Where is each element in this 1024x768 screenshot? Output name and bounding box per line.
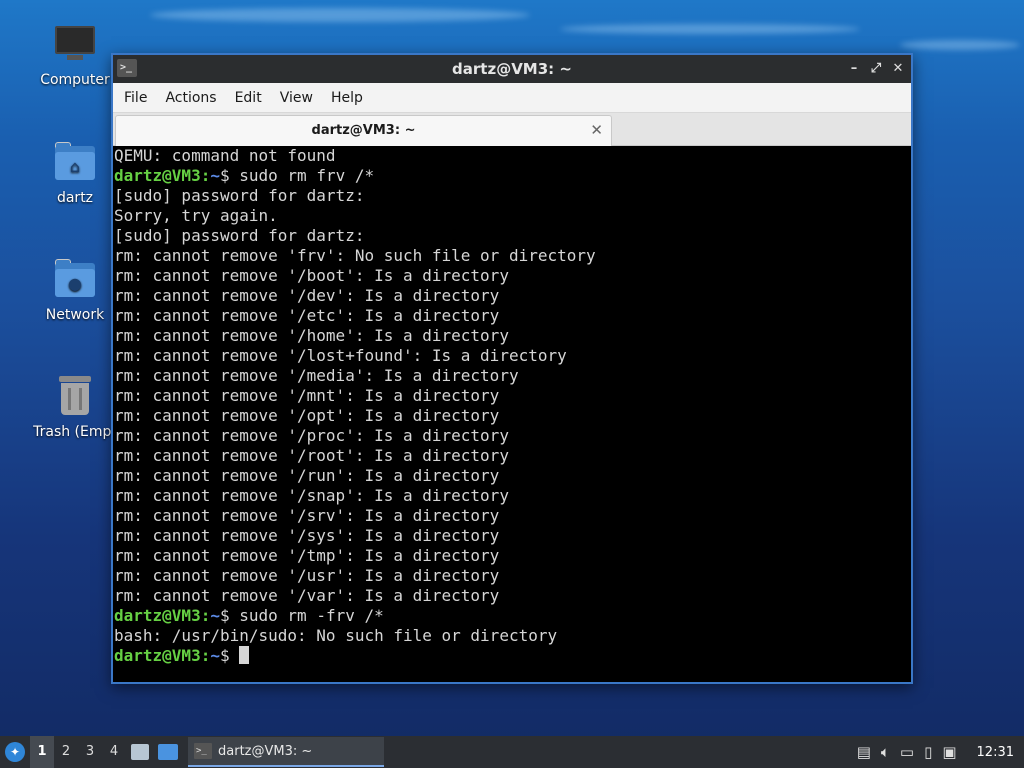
file-manager-icon	[131, 744, 149, 760]
menu-bar: File Actions Edit View Help	[113, 83, 911, 113]
tab-terminal[interactable]: dartz@VM3: ~ ✕	[115, 115, 612, 146]
file-manager-launcher[interactable]	[126, 736, 154, 768]
tab-label: dartz@VM3: ~	[311, 123, 416, 138]
desktop-icon-network[interactable]: ● Network	[27, 257, 123, 323]
command-text: $	[219, 646, 240, 665]
desktop-icon-label: Trash (Empt	[33, 424, 117, 440]
desktop-icon-trash[interactable]: Trash (Empt	[27, 374, 123, 440]
network-icon[interactable]: ▭	[900, 743, 914, 761]
terminal-output-line: rm: cannot remove '/lost+found': Is a di…	[114, 346, 567, 365]
terminal-output-line: rm: cannot remove '/boot': Is a director…	[114, 266, 509, 285]
terminal-window: >_ dartz@VM3: ~ – ⤢ ✕ File Actions Edit …	[111, 53, 913, 684]
menu-view[interactable]: View	[273, 90, 320, 106]
menu-actions[interactable]: Actions	[158, 90, 223, 106]
desktop-icon-home-folder[interactable]: ⌂ dartz	[27, 140, 123, 206]
terminal-output[interactable]: QEMU: command not found dartz@VM3:~$ sudo…	[113, 146, 911, 682]
wave-highlight	[560, 24, 860, 34]
minimize-icon[interactable]: –	[847, 59, 861, 79]
start-menu-button[interactable]: ✦	[0, 736, 30, 768]
terminal-output-line: rm: cannot remove '/var': Is a directory	[114, 586, 500, 605]
clock[interactable]: 12:31	[977, 745, 1014, 760]
prompt-path: ~	[210, 646, 220, 665]
terminal-output-line: rm: cannot remove '/etc': Is a directory	[114, 306, 500, 325]
volume-icon[interactable]: 🔈︎	[881, 743, 890, 761]
show-desktop-button[interactable]	[154, 736, 182, 768]
terminal-output-line: rm: cannot remove '/opt': Is a directory	[114, 406, 500, 425]
update-notifier-icon[interactable]: ▣	[942, 743, 956, 761]
terminal-output-line: rm: cannot remove '/root': Is a director…	[114, 446, 509, 465]
home-folder-icon: ⌂	[53, 140, 97, 184]
command-text: $ sudo rm frv /*	[219, 166, 375, 185]
terminal-output-line: rm: cannot remove '/sys': Is a directory	[114, 526, 500, 545]
taskbar: ✦ 1 2 3 4 >_ dartz@VM3: ~ ▤ 🔈︎ ▭ ▯ ▣ 12:…	[0, 736, 1024, 768]
clipboard-icon[interactable]: ▤	[857, 743, 871, 761]
wave-highlight	[150, 8, 530, 22]
prompt-path: ~	[210, 606, 220, 625]
maximize-icon[interactable]: ⤢	[869, 59, 883, 79]
terminal-output-line: rm: cannot remove 'frv': No such file or…	[114, 246, 596, 265]
terminal-output-line: [sudo] password for dartz:	[114, 226, 365, 245]
terminal-output-line: rm: cannot remove '/dev': Is a directory	[114, 286, 500, 305]
workspace-4[interactable]: 4	[102, 736, 126, 768]
command-text: $ sudo rm -frv /*	[219, 606, 384, 625]
terminal-output-line: Sorry, try again.	[114, 206, 278, 225]
desktop-icon-label: dartz	[56, 190, 94, 206]
taskbar-terminal-button[interactable]: >_ dartz@VM3: ~	[188, 737, 384, 767]
network-folder-icon: ●	[53, 257, 97, 301]
desktop-icon-label: Computer	[40, 72, 110, 88]
prompt-separator: :	[200, 646, 211, 665]
terminal-command-line: dartz@VM3:~$	[114, 646, 911, 666]
menu-edit[interactable]: Edit	[228, 90, 269, 106]
terminal-output-line: rm: cannot remove '/media': Is a directo…	[114, 366, 519, 385]
prompt-user: dartz@VM3	[114, 166, 201, 185]
terminal-output-line: rm: cannot remove '/tmp': Is a directory	[114, 546, 500, 565]
window-titlebar[interactable]: >_ dartz@VM3: ~ – ⤢ ✕	[113, 55, 911, 83]
monitor-icon	[53, 22, 97, 66]
workspace-1[interactable]: 1	[30, 736, 54, 768]
tab-close-icon[interactable]: ✕	[590, 121, 603, 139]
tab-bar: dartz@VM3: ~ ✕	[113, 113, 911, 146]
desktop-icon	[158, 744, 178, 760]
terminal-output-line: rm: cannot remove '/srv': Is a directory	[114, 506, 500, 525]
terminal-output-line: rm: cannot remove '/home': Is a director…	[114, 326, 509, 345]
prompt-user: dartz@VM3	[114, 646, 201, 665]
prompt-separator: :	[200, 166, 211, 185]
terminal-output-line: rm: cannot remove '/snap': Is a director…	[114, 486, 509, 505]
prompt-path: ~	[210, 166, 220, 185]
terminal-output-line: bash: /usr/bin/sudo: No such file or dir…	[114, 626, 558, 645]
workspace-2[interactable]: 2	[54, 736, 78, 768]
terminal-output-line: rm: cannot remove '/proc': Is a director…	[114, 426, 509, 445]
menu-file[interactable]: File	[117, 90, 154, 106]
system-tray: ▤ 🔈︎ ▭ ▯ ▣ 12:31	[857, 743, 1024, 761]
terminal-icon: >_	[194, 743, 212, 759]
terminal-output-line: rm: cannot remove '/mnt': Is a directory	[114, 386, 500, 405]
text-cursor	[239, 646, 250, 664]
close-icon[interactable]: ✕	[891, 59, 905, 79]
taskbar-terminal-label: dartz@VM3: ~	[218, 743, 313, 759]
terminal-output-line: [sudo] password for dartz:	[114, 186, 365, 205]
prompt-user: dartz@VM3	[114, 606, 201, 625]
lubuntu-logo-icon: ✦	[5, 742, 25, 762]
window-controls: – ⤢ ✕	[847, 59, 905, 79]
terminal-output-line: rm: cannot remove '/run': Is a directory	[114, 466, 500, 485]
wave-highlight	[900, 40, 1020, 50]
window-title: dartz@VM3: ~	[452, 60, 572, 78]
desktop-icon-label: Network	[45, 307, 105, 323]
workspace-3[interactable]: 3	[78, 736, 102, 768]
notes-icon[interactable]: ▯	[924, 743, 932, 761]
terminal-command-line: dartz@VM3:~$ sudo rm frv /*	[114, 166, 911, 186]
trash-icon	[53, 374, 97, 418]
desktop-icon-computer[interactable]: Computer	[27, 22, 123, 88]
menu-help[interactable]: Help	[324, 90, 370, 106]
prompt-separator: :	[200, 606, 211, 625]
terminal-output-line: rm: cannot remove '/usr': Is a directory	[114, 566, 500, 585]
terminal-output-line: QEMU: command not found	[114, 146, 336, 165]
terminal-command-line: dartz@VM3:~$ sudo rm -frv /*	[114, 606, 911, 626]
